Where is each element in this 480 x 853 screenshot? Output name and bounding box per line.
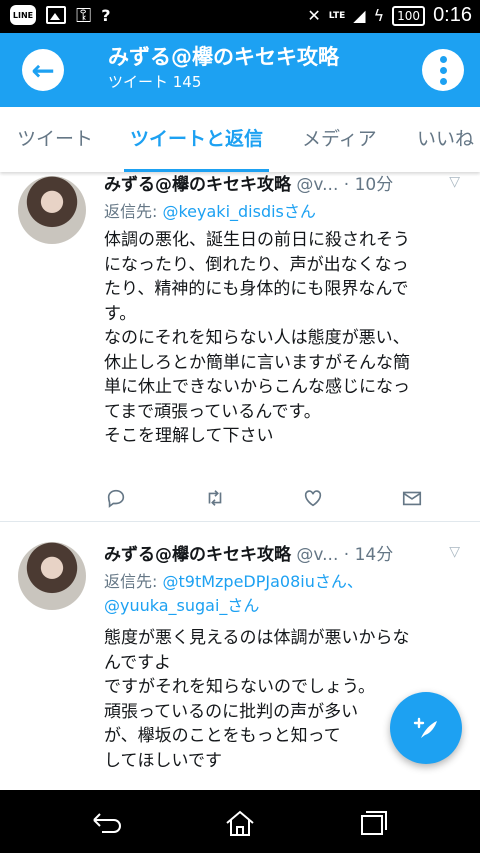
retweet-icon bbox=[208, 490, 221, 506]
reply-prefix: 返信先: bbox=[104, 202, 163, 221]
tab-tweets[interactable]: ツイート bbox=[17, 107, 93, 172]
back-button[interactable]: ← bbox=[22, 49, 64, 91]
reply-button[interactable] bbox=[104, 486, 128, 510]
message-icon bbox=[402, 491, 422, 506]
compose-tweet-button[interactable] bbox=[390, 692, 462, 764]
tweet-line: 体調の悪化、誕生日の前日に殺されそう bbox=[104, 230, 410, 250]
chevron-down-icon[interactable]: ▽ bbox=[449, 174, 460, 190]
more-vertical-icon bbox=[439, 55, 447, 63]
nav-home-icon bbox=[226, 810, 254, 836]
tweet-line: 休止しろとか簡単に言いますがそんな簡 bbox=[104, 352, 410, 373]
reply-to: 返信先: @t9tMzpeDPJa08iuさん、 @yuuka_sugai_さん bbox=[104, 570, 363, 618]
like-button[interactable] bbox=[301, 486, 325, 510]
line-app-icon: LINE bbox=[10, 5, 36, 25]
tweet-line: になったり、倒れたり、声が出なくなっ bbox=[104, 254, 409, 275]
system-nav-bar bbox=[0, 790, 480, 853]
avatar[interactable] bbox=[18, 176, 86, 244]
tweet-time: 14分 bbox=[354, 545, 394, 565]
reply-prefix: 返信先: bbox=[104, 572, 163, 591]
separator-dot: · bbox=[343, 175, 350, 195]
tab-tweets-and-replies[interactable]: ツイートと返信 bbox=[123, 107, 270, 172]
nav-recents-icon bbox=[361, 811, 387, 835]
chevron-down-icon[interactable]: ▽ bbox=[449, 544, 460, 560]
direct-message-button[interactable] bbox=[400, 486, 424, 510]
mention-link[interactable]: @keyaki_disdisさん bbox=[162, 202, 315, 221]
user-handle: @v... bbox=[296, 175, 339, 195]
tweet-count: ツイート 145 bbox=[108, 73, 202, 91]
reply-icon bbox=[107, 489, 125, 508]
tab-bar: ツイート ツイートと返信 メディア いいね bbox=[0, 107, 480, 172]
nav-back-icon bbox=[93, 813, 121, 833]
tweet-time: 10分 bbox=[354, 175, 394, 195]
compose-icon bbox=[413, 717, 437, 738]
tweet-line: 単に休止できないからこんな感じになっ bbox=[104, 377, 410, 397]
more-dot bbox=[439, 77, 447, 85]
tweet-item[interactable]: みずる@欅のキセキ攻略 @v... · 10分 ▽ 返信先: @keyaki_d… bbox=[0, 172, 480, 524]
nav-back-button[interactable] bbox=[86, 808, 126, 838]
clock: 0:16 bbox=[433, 4, 472, 26]
signal-unknown-icon: ? bbox=[101, 5, 111, 25]
tweet-line: 態度が悪く見えるのは体調が悪いからな bbox=[104, 628, 410, 648]
nav-recents-button[interactable] bbox=[354, 808, 394, 838]
status-right-icons: ✕ LTE ◢ ϟ 100 0:16 bbox=[307, 4, 472, 27]
charging-icon: ϟ bbox=[373, 6, 385, 25]
mute-icon: ✕ bbox=[307, 6, 321, 25]
tab-likes[interactable]: いいね bbox=[417, 107, 474, 172]
cell-signal-icon: ◢ bbox=[353, 6, 366, 25]
nav-home-button[interactable] bbox=[220, 808, 260, 838]
tweet-line: てまで頑張っているんです。 bbox=[104, 401, 321, 422]
tweet-line: なのにそれを知らない人は態度が悪い、 bbox=[104, 328, 410, 348]
tweet-line: す。 bbox=[104, 303, 137, 324]
display-name[interactable]: みずる@欅のキセキ攻略 bbox=[104, 545, 291, 565]
tweet-header: みずる@欅のキセキ攻略 @v... · 14分 bbox=[104, 540, 393, 565]
page-title: みずる@欅のキセキ攻略 bbox=[108, 45, 339, 69]
separator-dot: · bbox=[343, 545, 350, 565]
status-left-icons: LINE ⚿ ? bbox=[10, 5, 111, 25]
display-name[interactable]: みずる@欅のキセキ攻略 bbox=[104, 175, 291, 195]
avatar[interactable] bbox=[18, 542, 86, 610]
user-handle: @v... bbox=[296, 545, 339, 565]
mention-link[interactable]: @yuuka_sugai_さん bbox=[104, 596, 259, 615]
battery-level: 100 bbox=[392, 5, 426, 26]
status-bar: LINE ⚿ ? ✕ LTE ◢ ϟ 100 0:16 bbox=[0, 0, 480, 33]
image-notification-icon bbox=[46, 6, 66, 24]
reply-to: 返信先: @keyaki_disdisさん bbox=[104, 200, 316, 224]
tweet-line: そこを理解して下さい bbox=[104, 426, 274, 446]
more-options-button[interactable] bbox=[422, 49, 464, 91]
back-arrow-icon: ← bbox=[31, 53, 55, 87]
header-text: みずる@欅のキセキ攻略 ツイート 145 bbox=[108, 43, 339, 93]
tweet-actions bbox=[104, 486, 424, 512]
profile-header: ← みずる@欅のキセキ攻略 ツイート 145 bbox=[0, 33, 480, 107]
more-dot bbox=[439, 66, 447, 74]
tweet-header: みずる@欅のキセキ攻略 @v... · 10分 bbox=[104, 172, 393, 195]
key-icon: ⚿ bbox=[76, 3, 92, 27]
lte-label: LTE bbox=[328, 10, 346, 21]
tweet-line: たり、精神的にも身体的にも限界なんで bbox=[104, 279, 409, 299]
tab-media[interactable]: メディア bbox=[302, 107, 377, 172]
tweet-line: んですよ bbox=[104, 652, 172, 673]
tweet-text: 体調の悪化、誕生日の前日に殺されそう になったり、倒れたり、声が出なくなっ たり… bbox=[104, 228, 466, 449]
mention-link[interactable]: @t9tMzpeDPJa08iuさん、 bbox=[162, 572, 362, 591]
retweet-button[interactable] bbox=[203, 486, 227, 510]
like-icon bbox=[305, 490, 322, 507]
